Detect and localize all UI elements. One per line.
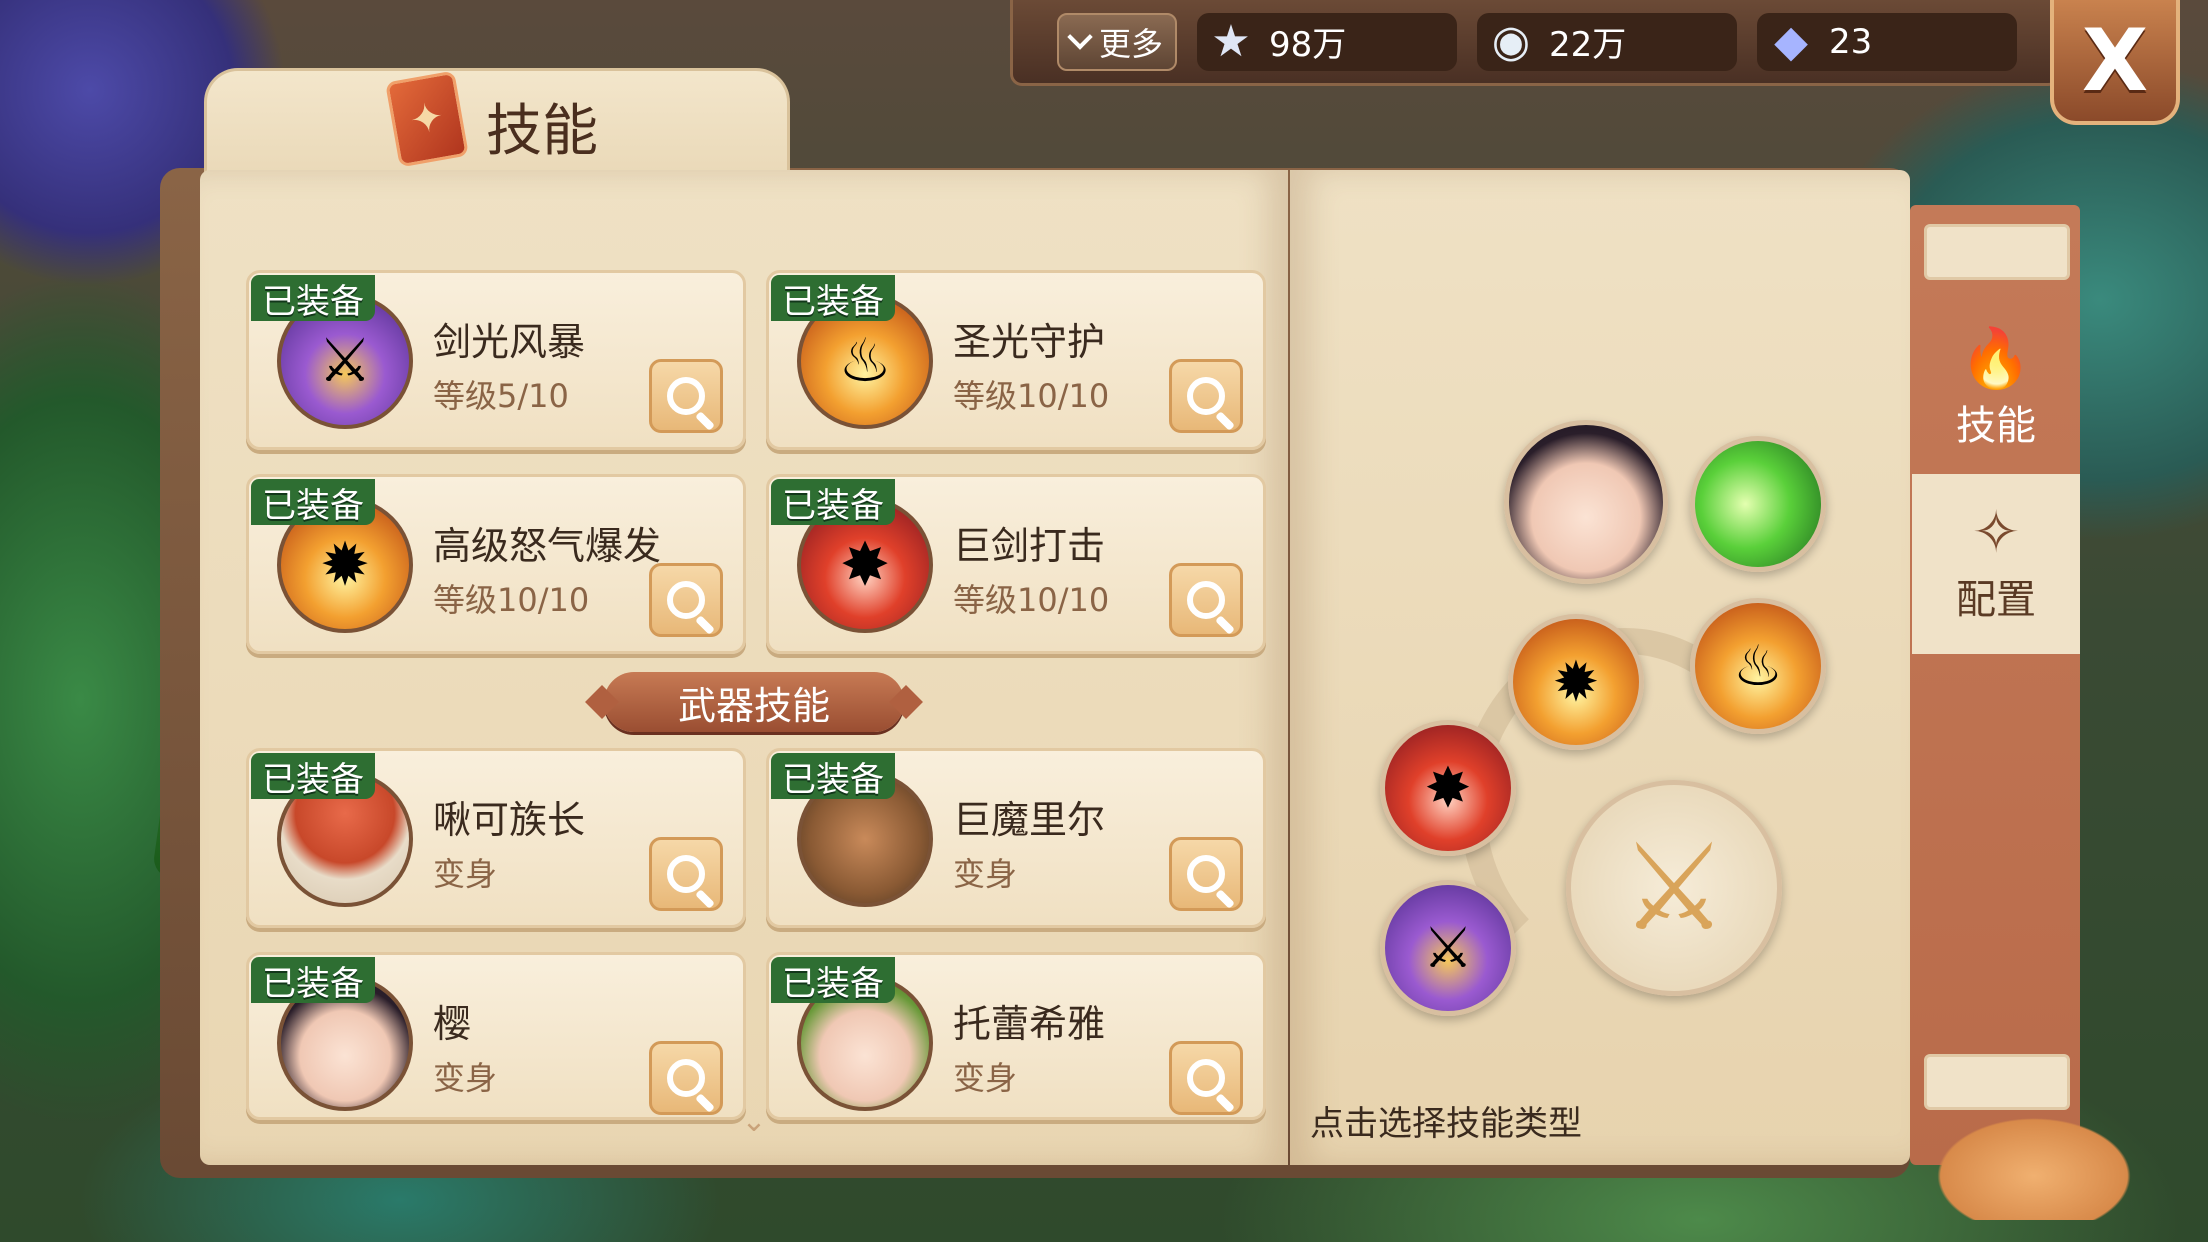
skill-name: 巨魔里尔 <box>953 798 1106 842</box>
skill-type: 变身 <box>433 1059 498 1097</box>
scroll-down-icon[interactable]: ⌄ <box>734 1104 774 1139</box>
mascot-creature <box>1924 1110 2144 1220</box>
skill-card[interactable]: 已装备 ✸ 巨剑打击 等级10/10 <box>766 474 1266 654</box>
greatsword-slot[interactable]: ✸ <box>1380 720 1516 856</box>
equipped-badge: 已装备 <box>251 957 375 1004</box>
tab-config[interactable]: ✧ 配置 <box>1912 474 2080 654</box>
crystal-value: 23 <box>1829 21 1873 62</box>
star-value: 98万 <box>1269 25 1347 65</box>
skill-name: 高级怒气爆发 <box>433 524 662 568</box>
equipped-badge: 已装备 <box>771 275 895 322</box>
inspect-button[interactable] <box>1169 837 1243 911</box>
tab-skills[interactable]: 🔥 技能 <box>1912 300 2080 480</box>
resource-crystal: ◆ 23 <box>1757 12 2017 71</box>
skill-name: 啾可族长 <box>433 798 586 842</box>
equipped-badge: 已装备 <box>771 479 895 526</box>
skill-name: 樱 <box>433 1002 472 1046</box>
skill-name: 圣光守护 <box>953 320 1106 364</box>
inspect-button[interactable] <box>649 1041 723 1115</box>
shell-icon: ◉ <box>1491 16 1531 67</box>
search-icon <box>1187 581 1225 619</box>
swirl-icon: ✧ <box>1971 498 2021 566</box>
weapon-skills-heading: 武器技能 <box>604 672 904 732</box>
page-title: 技能 <box>486 99 598 164</box>
inspect-button[interactable] <box>1169 359 1243 433</box>
chevron-down-icon <box>1067 23 1093 50</box>
sword-icon: ⚔ <box>1620 818 1728 958</box>
resource-bar: 更多 ★ 98万 ◉ 22万 ◆ 23 <box>1010 0 2060 86</box>
hint-text: 点击选择技能类型 <box>1310 1104 1582 1144</box>
search-icon <box>667 581 705 619</box>
flame-icon: 🔥 <box>1959 324 2033 392</box>
close-icon: X <box>2081 10 2149 111</box>
search-icon <box>1187 855 1225 893</box>
skill-card[interactable]: 已装备 ⚔ 剑光风暴 等级5/10 <box>246 270 746 450</box>
star-icon: ★ <box>1211 16 1251 67</box>
inspect-button[interactable] <box>1169 563 1243 637</box>
close-button[interactable]: X <box>2050 0 2180 125</box>
skill-level: 等级10/10 <box>953 581 1110 619</box>
tab-label: 技能 <box>1956 403 2036 449</box>
resource-shell: ◉ 22万 <box>1477 12 1737 71</box>
skill-card[interactable]: 已装备 ♨ 圣光守护 等级10/10 <box>766 270 1266 450</box>
skill-level: 等级10/10 <box>433 581 590 619</box>
tab-strip-ornament <box>1924 1054 2070 1110</box>
equipped-badge: 已装备 <box>251 753 375 800</box>
inspect-button[interactable] <box>649 359 723 433</box>
more-label: 更多 <box>1098 24 1163 63</box>
inspect-button[interactable] <box>649 563 723 637</box>
skill-card[interactable]: 已装备 ✹ 高级怒气爆发 等级10/10 <box>246 474 746 654</box>
crystal-icon: ◆ <box>1774 16 1808 67</box>
search-icon <box>1187 1059 1225 1097</box>
search-icon <box>667 855 705 893</box>
search-icon <box>1187 377 1225 415</box>
skill-level: 等级10/10 <box>953 377 1110 415</box>
inspect-button[interactable] <box>1169 1041 1243 1115</box>
skill-name: 巨剑打击 <box>953 524 1106 568</box>
dash-skill-slot[interactable] <box>1690 436 1826 572</box>
tab-label: 配置 <box>1956 577 2036 623</box>
skill-book-icon: ✦ <box>385 70 469 168</box>
skill-level: 等级5/10 <box>433 377 569 415</box>
transform-slot[interactable] <box>1504 420 1668 584</box>
rage-burst-slot[interactable]: ✹ <box>1508 614 1644 750</box>
skill-name: 托蕾希雅 <box>953 1002 1106 1046</box>
holy-guard-slot[interactable]: ♨ <box>1690 598 1826 734</box>
skill-type: 变身 <box>953 855 1018 893</box>
equipped-badge: 已装备 <box>251 479 375 526</box>
equipped-badge: 已装备 <box>771 753 895 800</box>
weapon-skill-card[interactable]: 已装备 啾可族长 变身 <box>246 748 746 928</box>
weapon-skill-card[interactable]: 已装备 巨魔里尔 变身 <box>766 748 1266 928</box>
equipped-badge: 已装备 <box>251 275 375 322</box>
inspect-button[interactable] <box>649 837 723 911</box>
tab-strip-ornament <box>1924 224 2070 280</box>
skill-type: 变身 <box>433 855 498 893</box>
weapon-skill-card[interactable]: 已装备 樱 变身 <box>246 952 746 1120</box>
basic-attack-slot[interactable]: ⚔ <box>1566 780 1782 996</box>
skill-type: 变身 <box>953 1059 1018 1097</box>
more-button[interactable]: 更多 <box>1057 12 1177 71</box>
search-icon <box>667 1059 705 1097</box>
search-icon <box>667 377 705 415</box>
resource-star: ★ 98万 <box>1197 12 1457 71</box>
sword-storm-slot[interactable]: ⚔ <box>1380 880 1516 1016</box>
skill-name: 剑光风暴 <box>433 320 586 364</box>
equipped-badge: 已装备 <box>771 957 895 1004</box>
shell-value: 22万 <box>1549 25 1627 65</box>
weapon-skill-card[interactable]: 已装备 托蕾希雅 变身 <box>766 952 1266 1120</box>
